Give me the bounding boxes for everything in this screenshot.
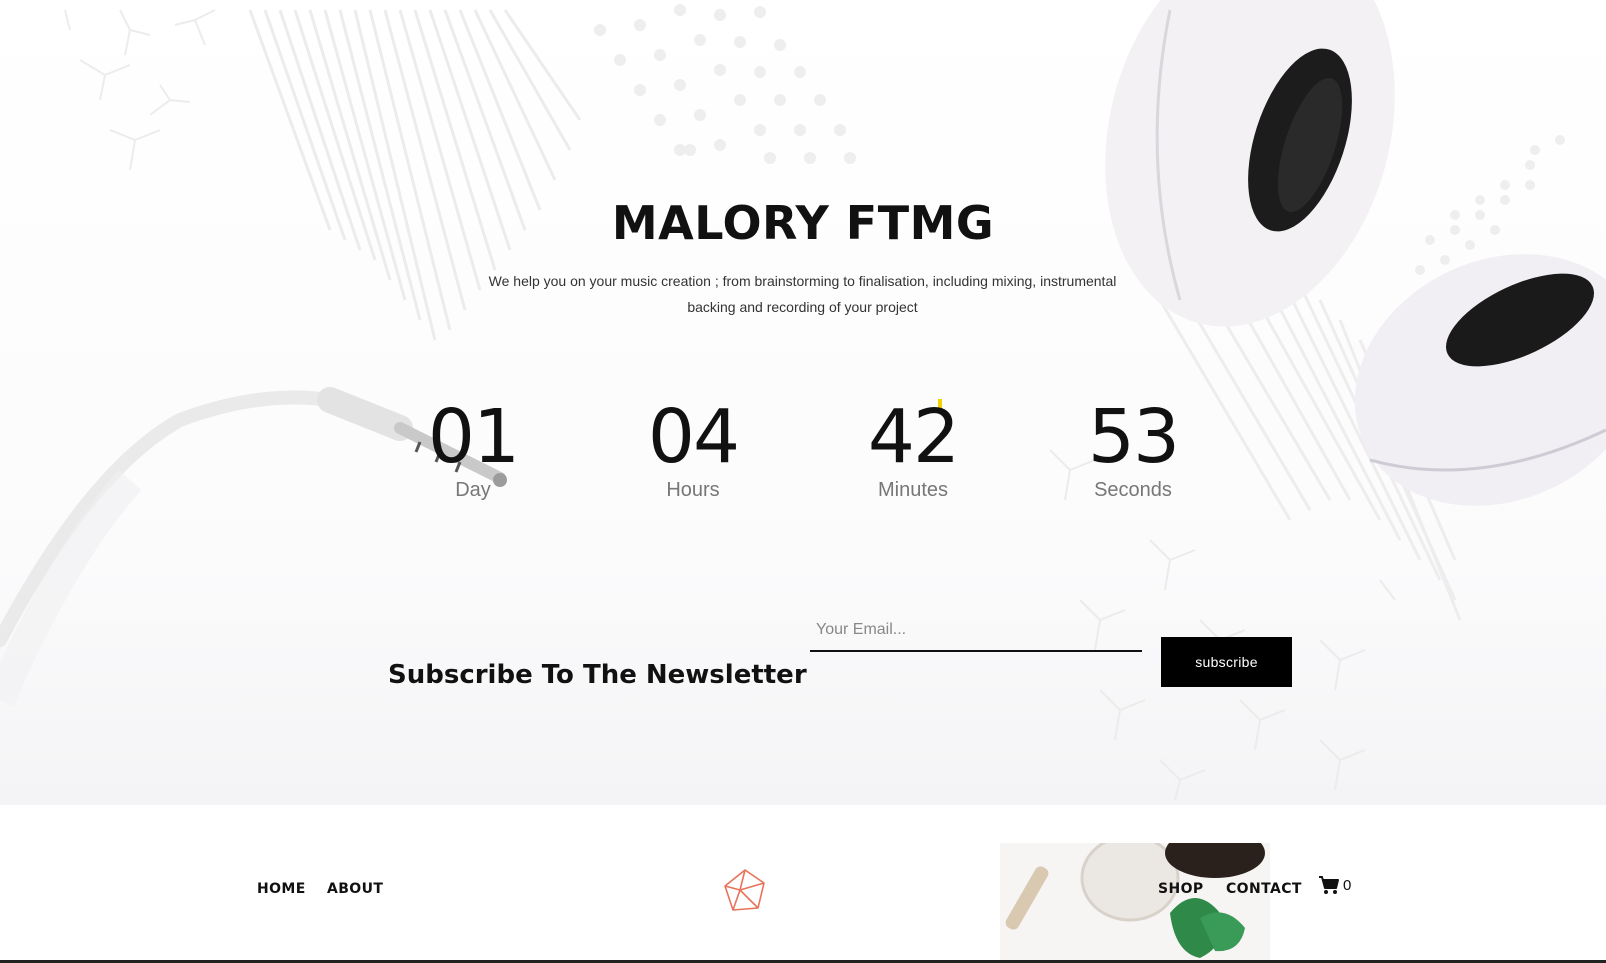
countdown-seconds: 53 Seconds xyxy=(1033,395,1233,502)
shopping-cart-icon xyxy=(1319,876,1339,894)
hero-section: MALORY FTMG We help you on your music cr… xyxy=(0,0,1606,805)
subscribe-button[interactable]: subscribe xyxy=(1161,637,1292,687)
countdown-hours-value: 04 xyxy=(647,394,740,480)
countdown-timer: 01 Day 04 Hours 42 Minutes 53 Seconds xyxy=(0,395,1606,525)
footer-nav-bar: HOME ABOUT SHOP CONTACT 0 xyxy=(0,805,1606,963)
countdown-day-label: Day xyxy=(455,479,491,501)
cart-count: 0 xyxy=(1343,876,1352,894)
countdown-minutes-label: Minutes xyxy=(877,479,949,501)
dots-pattern-top xyxy=(594,4,856,164)
countdown-minutes-value: 42 xyxy=(867,394,960,480)
countdown-hours-label: Hours xyxy=(666,479,720,501)
y-pattern-left xyxy=(64,9,216,171)
email-input[interactable] xyxy=(810,610,1142,650)
page-title: MALORY FTMG xyxy=(611,196,995,250)
countdown-seconds-label: Seconds xyxy=(1094,479,1172,501)
nav-contact[interactable]: CONTACT xyxy=(1226,881,1302,897)
countdown-day-value: 01 xyxy=(427,394,520,480)
countdown-day: 01 Day xyxy=(373,395,573,502)
product-image xyxy=(1000,843,1270,963)
hero-tagline: We help you on your music creation ; fro… xyxy=(488,273,1117,315)
countdown-minutes: 42 Minutes xyxy=(813,395,1013,502)
geometric-diamond-logo-icon[interactable] xyxy=(722,868,768,914)
cart-button[interactable]: 0 xyxy=(1318,875,1351,895)
newsletter-title: Subscribe To The Newsletter xyxy=(388,660,807,690)
email-field-wrapper xyxy=(810,610,1142,652)
nav-home[interactable]: HOME xyxy=(257,881,306,897)
countdown-hours: 04 Hours xyxy=(593,395,793,502)
countdown-seconds-value: 53 xyxy=(1087,394,1180,480)
nav-about[interactable]: ABOUT xyxy=(327,881,383,897)
nav-shop[interactable]: SHOP xyxy=(1158,881,1204,897)
